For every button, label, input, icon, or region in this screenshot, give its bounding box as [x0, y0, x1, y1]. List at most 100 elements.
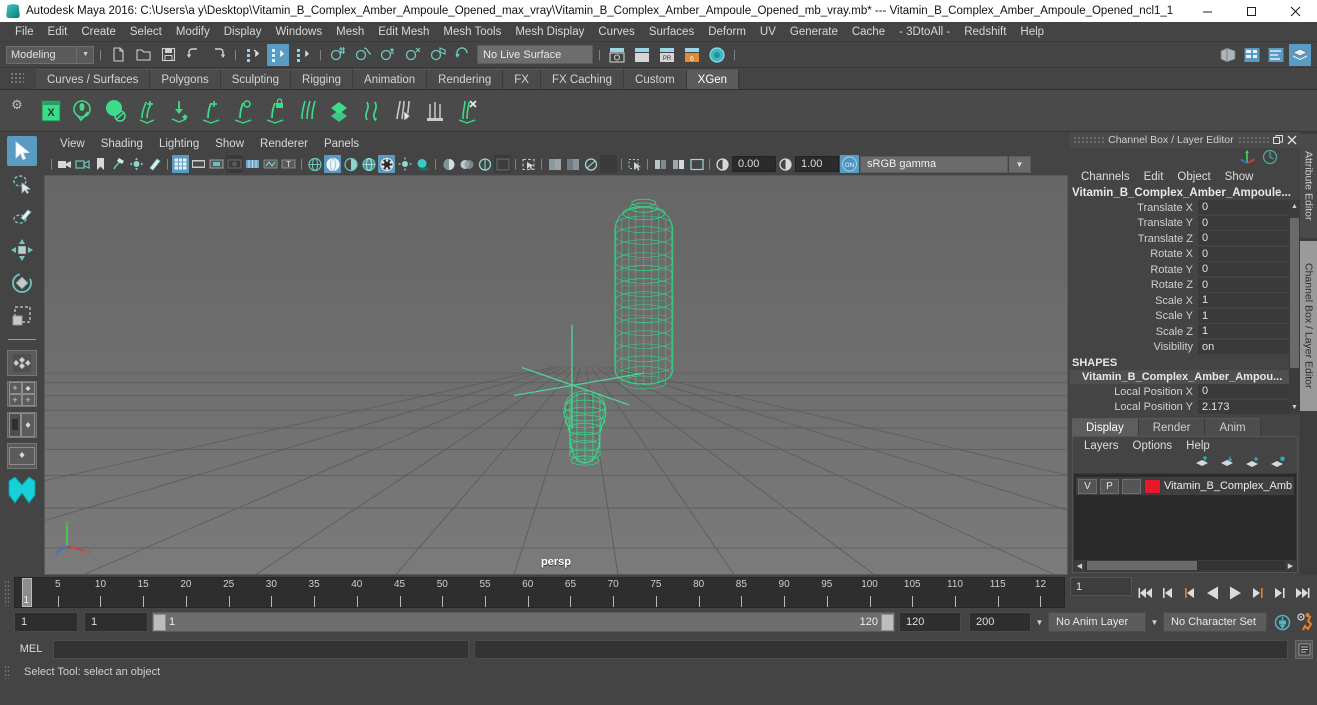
- chevron-down-icon[interactable]: ▼: [1146, 612, 1163, 632]
- safe-title-icon[interactable]: T: [280, 155, 297, 173]
- viewport-menu-lighting[interactable]: Lighting: [151, 137, 207, 151]
- new-scene-icon[interactable]: [107, 44, 129, 66]
- scroll-down-icon[interactable]: ▼: [1289, 401, 1300, 414]
- menu-mesh[interactable]: Mesh: [329, 24, 371, 40]
- viewport-menu-show[interactable]: Show: [207, 137, 252, 151]
- snap-to-grid-icon[interactable]: [327, 44, 349, 66]
- scale-tool[interactable]: [7, 301, 37, 331]
- current-frame-field[interactable]: 1: [1070, 577, 1132, 596]
- hypershade-icon[interactable]: PR: [656, 44, 678, 66]
- channel-row-rotate-x[interactable]: Rotate X 0: [1070, 246, 1300, 263]
- open-scene-icon[interactable]: [132, 44, 154, 66]
- channel-value[interactable]: 2.173: [1198, 399, 1290, 414]
- resolution-gate-icon[interactable]: [208, 155, 225, 173]
- color-management-toggle-icon[interactable]: ON: [840, 155, 859, 173]
- shelf-tab-polygons[interactable]: Polygons: [150, 69, 221, 89]
- channel-value[interactable]: 1: [1198, 308, 1290, 324]
- layer-visibility-toggle[interactable]: V: [1078, 478, 1097, 494]
- grid-toggle-icon[interactable]: [172, 155, 189, 173]
- groom-add-icon[interactable]: [196, 94, 226, 128]
- menu-edit[interactable]: Edit: [41, 24, 75, 40]
- groom-noise-icon[interactable]: [356, 94, 386, 128]
- menu-file[interactable]: File: [8, 24, 41, 40]
- bounding-box-icon[interactable]: [688, 155, 705, 173]
- color-management-field[interactable]: sRGB gamma: [860, 155, 1008, 173]
- menu-generate[interactable]: Generate: [783, 24, 845, 40]
- layer-list[interactable]: V P Vitamin_B_Complex_Amb ◀ ▶: [1074, 474, 1296, 571]
- channel-value[interactable]: 0: [1198, 384, 1290, 400]
- four-view-layout[interactable]: + + +: [7, 381, 37, 407]
- isolate-toggle-icon[interactable]: [652, 155, 669, 173]
- paint-select-tool[interactable]: [7, 202, 37, 232]
- select-by-component-icon[interactable]: [292, 44, 314, 66]
- scrollbar-trough[interactable]: [1085, 561, 1285, 570]
- ipr-render-icon[interactable]: [706, 44, 728, 66]
- multisample-icon[interactable]: [476, 155, 493, 173]
- shelf-tab-rendering[interactable]: Rendering: [427, 69, 504, 89]
- menu-cache[interactable]: Cache: [845, 24, 892, 40]
- channel-value[interactable]: 0: [1198, 277, 1290, 293]
- script-editor-icon[interactable]: [1295, 639, 1313, 659]
- channel-value[interactable]: 0: [1198, 246, 1290, 262]
- panel-grip[interactable]: [1237, 136, 1269, 144]
- snap-to-point-icon[interactable]: [377, 44, 399, 66]
- minimize-icon[interactable]: [1185, 0, 1229, 22]
- scene-toggle-icon[interactable]: [1262, 149, 1278, 168]
- camera-attributes-icon[interactable]: [74, 155, 91, 173]
- viewport-menu-view[interactable]: View: [52, 137, 93, 151]
- component-select-icon[interactable]: [626, 155, 643, 173]
- layer-list-hscrollbar[interactable]: ◀ ▶: [1074, 560, 1296, 571]
- image-plane-icon[interactable]: [110, 155, 127, 173]
- channel-box-body[interactable]: Vitamin_B_Complex_Amber_Ampoule... Trans…: [1070, 186, 1300, 414]
- render-sequence-icon[interactable]: 6: [681, 44, 703, 66]
- shelf-tab-curves-surfaces[interactable]: Curves / Surfaces: [36, 69, 151, 89]
- channel-row-visibility[interactable]: Visibility on: [1070, 339, 1300, 356]
- character-set-selector[interactable]: No Character Set: [1163, 612, 1267, 632]
- select-camera-icon[interactable]: [56, 155, 73, 173]
- maximize-icon[interactable]: [1229, 0, 1273, 22]
- menu-windows[interactable]: Windows: [268, 24, 329, 40]
- menu-create[interactable]: Create: [74, 24, 123, 40]
- channel-row-scale-z[interactable]: Scale Z 1: [1070, 324, 1300, 340]
- viewport-menu-panels[interactable]: Panels: [316, 137, 367, 151]
- select-tool[interactable]: [7, 136, 37, 166]
- channel-box-menu-channels[interactable]: Channels: [1074, 171, 1137, 183]
- undo-icon[interactable]: [182, 44, 204, 66]
- command-line-input[interactable]: [53, 639, 469, 659]
- film-origin-icon[interactable]: [244, 155, 261, 173]
- channel-value[interactable]: 0: [1198, 200, 1290, 216]
- auto-keyframe-icon[interactable]: [1271, 611, 1293, 633]
- save-scene-icon[interactable]: [157, 44, 179, 66]
- layer-type-toggle[interactable]: [1121, 478, 1141, 494]
- scrollbar-thumb[interactable]: [1290, 218, 1299, 368]
- xray-icon[interactable]: [546, 155, 563, 173]
- scroll-right-icon[interactable]: ▶: [1285, 562, 1296, 570]
- menuset-selector[interactable]: Modeling ▼: [6, 45, 94, 64]
- create-new-layer-icon[interactable]: [1245, 456, 1262, 472]
- channel-row-rotate-y[interactable]: Rotate Y 0: [1070, 262, 1300, 278]
- range-bar[interactable]: 1 120: [152, 612, 895, 632]
- time-slider-track[interactable]: 5 10 15 20 25 30 35 40 45 50 55 60 65 70 75 80 85 90 95 100…: [14, 577, 1065, 608]
- film-gate-icon[interactable]: [190, 155, 207, 173]
- menu-select[interactable]: Select: [123, 24, 169, 40]
- step-forward-key-icon[interactable]: [1269, 582, 1289, 604]
- step-back-frame-icon[interactable]: [1181, 582, 1201, 604]
- tab-display[interactable]: Display: [1072, 418, 1139, 436]
- shelf-tab-fx[interactable]: FX: [503, 69, 541, 89]
- use-all-lights-icon[interactable]: [396, 155, 413, 173]
- move-layer-up-icon[interactable]: [1195, 455, 1212, 472]
- menu-modify[interactable]: Modify: [169, 24, 217, 40]
- render-settings-icon[interactable]: [631, 44, 653, 66]
- menu-help[interactable]: Help: [1013, 24, 1051, 40]
- layer-menu-options[interactable]: Options: [1126, 440, 1180, 452]
- place-guides-icon[interactable]: [164, 94, 194, 128]
- channel-row-scale-x[interactable]: Scale X 1: [1070, 293, 1300, 309]
- shelf-tab-custom[interactable]: Custom: [624, 69, 687, 89]
- rotate-tool[interactable]: [7, 268, 37, 298]
- create-description-icon[interactable]: [68, 94, 98, 128]
- outliner-persp-layout[interactable]: [7, 412, 37, 438]
- groom-comb-icon[interactable]: [292, 94, 322, 128]
- anim-start-field[interactable]: 1: [14, 612, 78, 632]
- smooth-shade-all-icon[interactable]: [324, 155, 341, 173]
- menu-deform[interactable]: Deform: [701, 24, 753, 40]
